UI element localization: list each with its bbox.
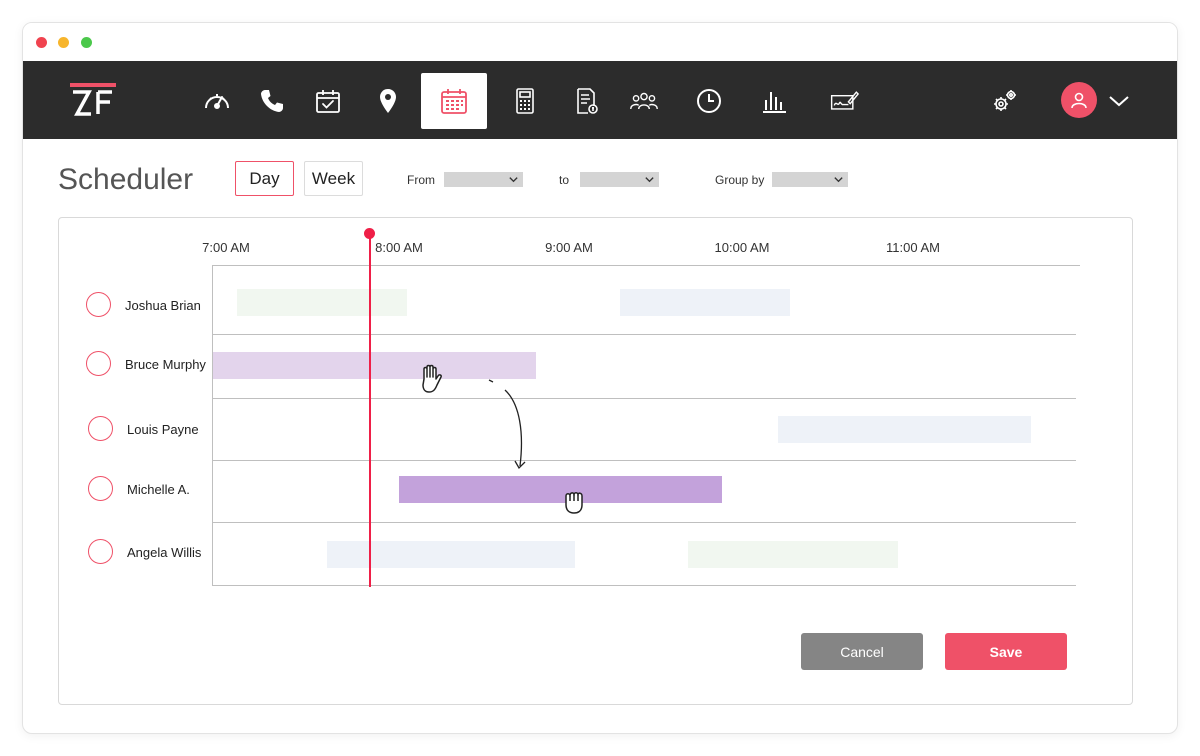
row-name: Bruce Murphy (125, 357, 206, 372)
current-time-line (369, 234, 371, 587)
grid-line (212, 522, 1076, 523)
page-title: Scheduler (58, 163, 194, 196)
grid-line (212, 334, 1076, 335)
group-by-label: Group by (715, 173, 765, 187)
time-label: 8:00 AM (375, 240, 423, 255)
calendar-grid-icon[interactable] (421, 73, 487, 129)
day-view-button[interactable]: Day (235, 161, 294, 196)
time-label: 7:00 AM (202, 240, 250, 255)
row-select-toggle[interactable] (88, 539, 113, 564)
row-select-toggle[interactable] (86, 351, 111, 376)
event-block[interactable] (237, 289, 407, 316)
row-select-toggle[interactable] (88, 476, 113, 501)
to-select[interactable] (580, 172, 659, 187)
invoice-icon[interactable] (559, 73, 613, 129)
drag-arrow-icon (488, 379, 526, 470)
grid-line (212, 398, 1076, 399)
chevron-down-icon (645, 177, 654, 183)
event-block[interactable] (620, 289, 790, 316)
chevron-down-icon (509, 177, 518, 183)
calculator-icon[interactable] (498, 73, 552, 129)
group-by-select[interactable] (772, 172, 848, 187)
chevron-down-icon (834, 177, 843, 183)
phone-icon[interactable] (245, 73, 299, 129)
week-view-button[interactable]: Week (304, 161, 363, 196)
bar-chart-icon[interactable] (747, 73, 801, 129)
time-label: 9:00 AM (545, 240, 593, 255)
user-avatar[interactable] (1061, 82, 1097, 118)
event-block[interactable] (778, 416, 1031, 443)
minimize-window-button[interactable] (58, 37, 69, 48)
row-select-toggle[interactable] (88, 416, 113, 441)
grid-line (212, 585, 1076, 586)
timeline-axis (212, 265, 213, 586)
from-label: From (407, 173, 435, 187)
speedometer-icon[interactable] (190, 73, 244, 129)
scheduler-panel: 7:00 AM 8:00 AM 9:00 AM 10:00 AM 11:00 A… (58, 217, 1133, 705)
row-name: Louis Payne (127, 422, 199, 437)
from-select[interactable] (444, 172, 523, 187)
settings-icon[interactable] (978, 73, 1032, 129)
location-pin-icon[interactable] (361, 73, 415, 129)
row-name: Angela Willis (127, 545, 202, 560)
calendar-check-icon[interactable] (301, 73, 355, 129)
top-navigation (23, 61, 1177, 139)
event-block-dragging[interactable] (399, 476, 722, 503)
grid-line (212, 265, 1080, 266)
maximize-window-button[interactable] (81, 37, 92, 48)
save-button[interactable]: Save (945, 633, 1067, 670)
row-select-toggle[interactable] (86, 292, 111, 317)
zf-logo[interactable] (70, 83, 118, 119)
time-label: 11:00 AM (886, 240, 940, 255)
event-block-ghost[interactable] (213, 352, 536, 379)
row-name: Michelle A. (127, 482, 190, 497)
grid-line (212, 460, 1076, 461)
current-time-handle[interactable] (364, 228, 375, 239)
clock-icon[interactable] (682, 73, 736, 129)
close-window-button[interactable] (36, 37, 47, 48)
event-block[interactable] (688, 541, 898, 568)
user-icon (1071, 92, 1087, 109)
chevron-down-icon[interactable] (1107, 89, 1131, 113)
app-window: Scheduler Day Week From to Group by 7:00… (22, 22, 1178, 734)
title-bar (23, 23, 1177, 61)
event-block[interactable] (327, 541, 575, 568)
row-name: Joshua Brian (125, 298, 201, 313)
signature-icon[interactable] (817, 73, 871, 129)
to-label: to (559, 173, 570, 187)
cancel-button[interactable]: Cancel (801, 633, 923, 670)
time-label: 10:00 AM (714, 240, 770, 255)
team-icon[interactable] (617, 73, 671, 129)
